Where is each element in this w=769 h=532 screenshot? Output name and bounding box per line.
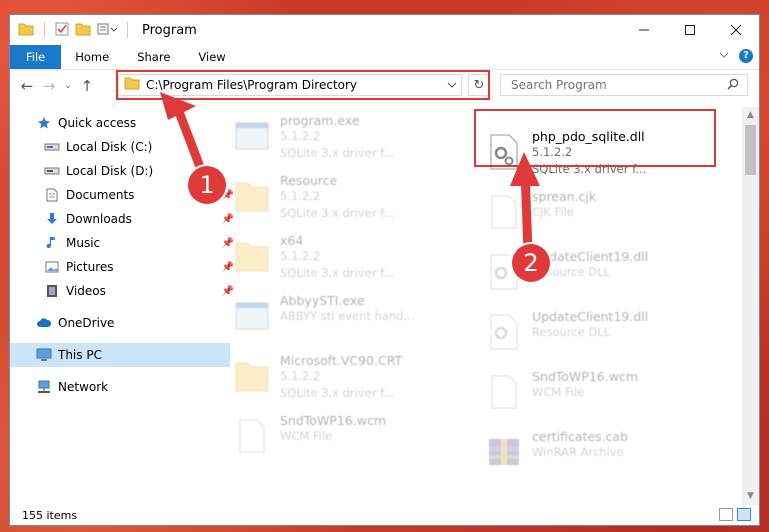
step-badge-1: 1 (188, 166, 226, 204)
step-badge-2: 2 (512, 244, 550, 282)
annotation-arrows (160, 92, 540, 257)
arrow-2 (510, 152, 540, 257)
